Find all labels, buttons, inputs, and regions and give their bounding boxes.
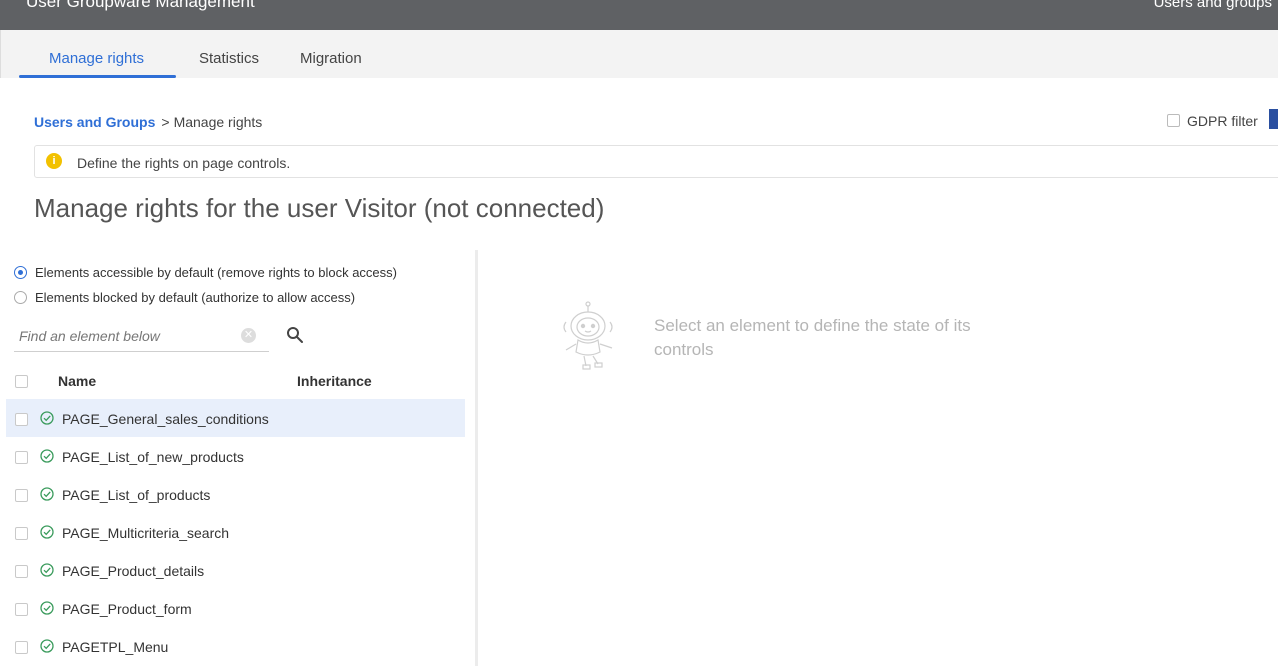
tab-bar: Manage rights Statistics Migration [0, 30, 1278, 78]
row-checkbox[interactable] [15, 489, 28, 502]
select-all-checkbox[interactable] [15, 375, 28, 388]
check-circle-icon [40, 487, 54, 501]
breadcrumb-separator: > [161, 114, 170, 130]
row-checkbox[interactable] [15, 527, 28, 540]
table-row[interactable]: PAGE_Product_form [6, 589, 465, 627]
check-circle-icon [40, 639, 54, 653]
elements-list: PAGE_General_sales_conditions PAGE_List_… [6, 399, 465, 665]
row-name: PAGE_Product_form [62, 601, 192, 617]
radio-accessible-label: Elements accessible by default (remove r… [35, 265, 397, 280]
info-text: Define the rights on page controls. [77, 155, 291, 171]
table-row[interactable]: PAGE_List_of_new_products [6, 437, 465, 475]
search-field: ✕ [14, 322, 269, 352]
page-title: Manage rights for the user Visitor (not … [34, 193, 605, 223]
radio-accessible-by-default[interactable]: Elements accessible by default (remove r… [14, 265, 397, 280]
active-tab-indicator [19, 75, 176, 78]
check-circle-icon [40, 411, 54, 425]
search-icon[interactable] [286, 326, 304, 344]
tab-manage-rights[interactable]: Manage rights [49, 50, 144, 67]
table-row[interactable]: PAGETPL_Menu [6, 627, 465, 665]
breadcrumb-link-users-and-groups[interactable]: Users and Groups [34, 114, 155, 130]
row-name: PAGE_List_of_new_products [62, 449, 244, 465]
radio-blocked-label: Elements blocked by default (authorize t… [35, 290, 356, 305]
tab-migration[interactable]: Migration [300, 50, 362, 67]
table-row[interactable]: PAGE_List_of_products [6, 475, 465, 513]
row-name: PAGE_General_sales_conditions [62, 411, 269, 427]
radio-blocked-by-default[interactable]: Elements blocked by default (authorize t… [14, 290, 355, 305]
tab-statistics[interactable]: Statistics [199, 50, 259, 67]
gdpr-filter-checkbox[interactable] [1167, 114, 1180, 127]
column-header-inheritance[interactable]: Inheritance [297, 373, 372, 389]
check-circle-icon [40, 525, 54, 539]
top-bar: User Groupware Management Users and grou… [0, 0, 1278, 30]
gdpr-filter-label: GDPR filter [1187, 113, 1258, 129]
info-icon: i [46, 153, 62, 169]
row-checkbox[interactable] [15, 565, 28, 578]
gdpr-action-button[interactable] [1269, 109, 1278, 129]
breadcrumb: Users and Groups > Manage rights [34, 114, 262, 130]
table-row[interactable]: PAGE_General_sales_conditions [6, 399, 465, 437]
row-name: PAGE_Product_details [62, 563, 205, 579]
empty-state-message: Select an element to define the state of… [654, 316, 971, 359]
check-circle-icon [40, 601, 54, 615]
clear-icon[interactable]: ✕ [241, 328, 256, 343]
radio-button[interactable] [14, 291, 27, 304]
row-checkbox[interactable] [15, 451, 28, 464]
users-and-groups-link[interactable]: Users and groups [1154, 0, 1272, 11]
app-title: User Groupware Management [26, 0, 255, 11]
check-circle-icon [40, 449, 54, 463]
table-header: Name Inheritance [0, 368, 465, 394]
search-input[interactable] [14, 322, 239, 350]
row-name: PAGETPL_Menu [62, 639, 169, 655]
column-header-name[interactable]: Name [58, 373, 96, 389]
table-row[interactable]: PAGE_Product_details [6, 551, 465, 589]
check-circle-icon [40, 563, 54, 577]
table-row[interactable]: PAGE_Multicriteria_search [6, 513, 465, 551]
row-checkbox[interactable] [15, 603, 28, 616]
row-name: PAGE_Multicriteria_search [62, 525, 230, 541]
robot-illustration [563, 301, 613, 370]
breadcrumb-current: Manage rights [173, 114, 263, 130]
row-checkbox[interactable] [15, 641, 28, 654]
row-name: PAGE_List_of_products [62, 487, 211, 503]
info-banner: i Define the rights on page controls. [34, 145, 1278, 178]
radio-button-checked[interactable] [14, 266, 27, 279]
gdpr-filter[interactable]: GDPR filter [1167, 113, 1258, 129]
row-checkbox[interactable] [15, 413, 28, 426]
